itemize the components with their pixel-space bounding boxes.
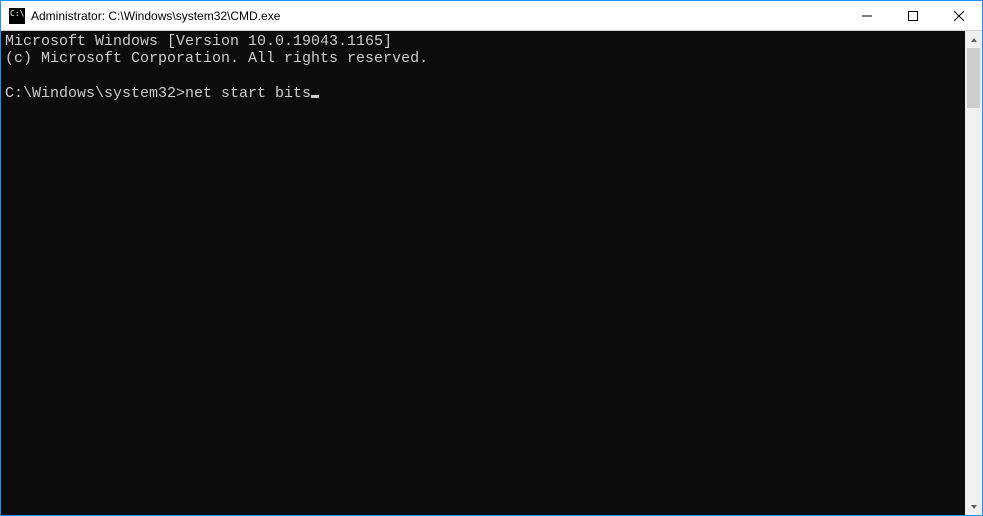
- maximize-icon: [908, 11, 918, 21]
- prompt-path: C:\Windows\system32>: [5, 85, 185, 102]
- command-input[interactable]: net start bits: [185, 85, 311, 102]
- window-title: Administrator: C:\Windows\system32\CMD.e…: [31, 9, 280, 23]
- maximize-button[interactable]: [890, 1, 936, 30]
- window-controls: [844, 1, 982, 30]
- minimize-button[interactable]: [844, 1, 890, 30]
- client-area: Microsoft Windows [Version 10.0.19043.11…: [1, 31, 982, 515]
- text-cursor: [311, 95, 319, 98]
- scrollbar-thumb[interactable]: [967, 48, 980, 108]
- scroll-down-button[interactable]: [965, 498, 982, 515]
- version-line: Microsoft Windows [Version 10.0.19043.11…: [5, 33, 392, 50]
- scrollbar-track[interactable]: [965, 48, 982, 498]
- vertical-scrollbar[interactable]: [965, 31, 982, 515]
- chevron-up-icon: [970, 36, 978, 44]
- close-button[interactable]: [936, 1, 982, 30]
- copyright-line: (c) Microsoft Corporation. All rights re…: [5, 50, 428, 67]
- cmd-icon: [9, 8, 25, 24]
- chevron-down-icon: [970, 503, 978, 511]
- cmd-window: Administrator: C:\Windows\system32\CMD.e…: [0, 0, 983, 516]
- titlebar[interactable]: Administrator: C:\Windows\system32\CMD.e…: [1, 1, 982, 31]
- terminal[interactable]: Microsoft Windows [Version 10.0.19043.11…: [1, 31, 965, 515]
- scroll-up-button[interactable]: [965, 31, 982, 48]
- close-icon: [954, 11, 964, 21]
- minimize-icon: [862, 11, 872, 21]
